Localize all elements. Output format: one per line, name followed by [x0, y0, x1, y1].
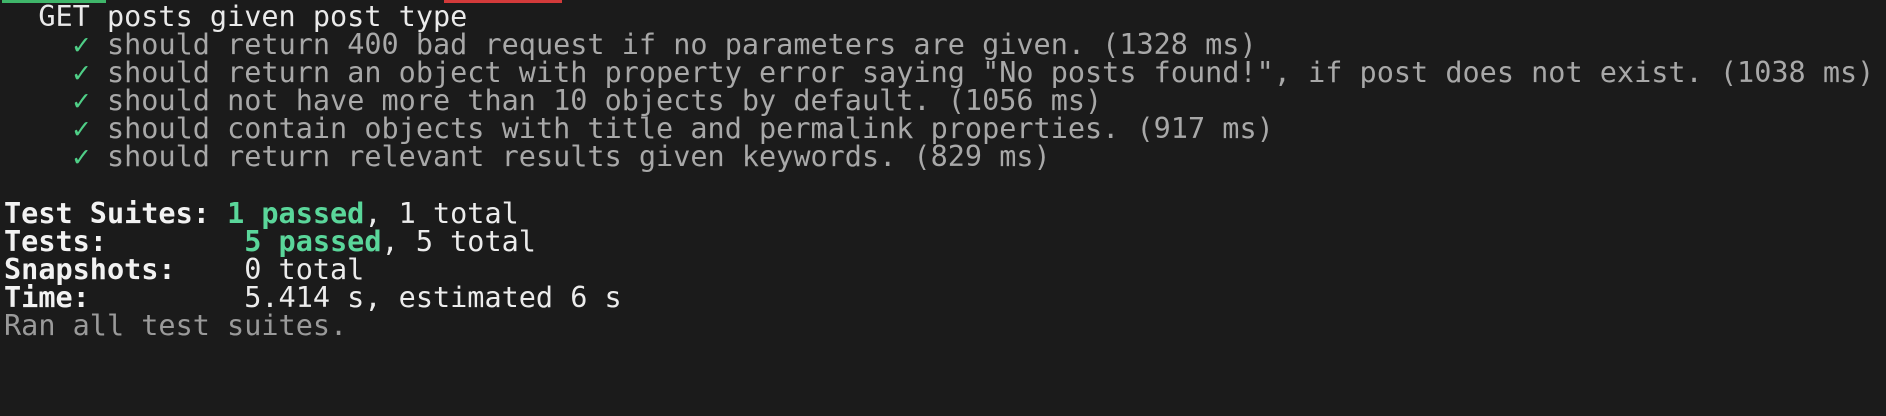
test-name: should return relevant results given key…: [106, 140, 1051, 173]
next-prompt-line-fragment: [0, 404, 740, 416]
check-icon: ✓: [72, 140, 90, 173]
ran-all-text: Ran all test suites.: [4, 309, 348, 342]
ran-all-message: Ran all test suites.: [4, 309, 347, 343]
test-result-row: ✓ should return relevant results given k…: [4, 140, 1051, 174]
terminal-output: GET posts given post type ✓ should retur…: [0, 0, 1886, 416]
total-count: , 5 total: [381, 225, 536, 258]
prompt-fragment: [4, 404, 710, 416]
